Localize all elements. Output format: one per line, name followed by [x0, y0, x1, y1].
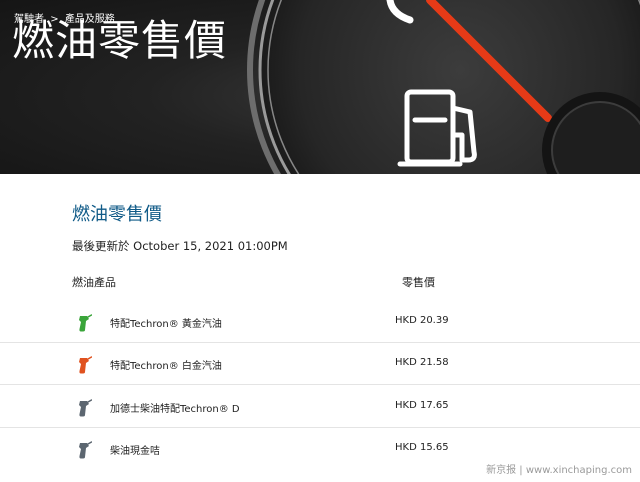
gray-fuel-nozzle-icon: [79, 441, 92, 459]
row-divider: [0, 384, 640, 385]
table-row: 特配Techron® 白金汽油 HKD 21.58: [0, 343, 640, 385]
hero-banner: 駕駛者 > 產品及服務 燃油零售價: [0, 0, 640, 174]
fuel-price: HKD 20.39: [395, 315, 449, 326]
fuel-product-name: 特配Techron® 黃金汽油: [110, 319, 222, 330]
fuel-product-name: 特配Techron® 白金汽油: [110, 361, 222, 372]
fuel-product-name: 柴油現金咭: [110, 446, 160, 457]
fuel-product-name: 加德士柴油特配Techron® D: [110, 404, 240, 415]
table-row: 加德士柴油特配Techron® D HKD 17.65: [0, 386, 640, 428]
column-header-product: 燃油產品: [72, 276, 116, 289]
gray-fuel-nozzle-icon: [79, 399, 92, 417]
green-fuel-nozzle-icon: [79, 314, 92, 332]
fuel-price: HKD 15.65: [395, 442, 449, 453]
section-title: 燃油零售價: [72, 204, 162, 225]
fuel-price: HKD 17.65: [395, 400, 449, 411]
column-header-price: 零售價: [402, 276, 435, 289]
fuel-price: HKD 21.58: [395, 357, 449, 368]
orange-fuel-nozzle-icon: [79, 356, 92, 374]
watermark: 新京报 | www.xinchaping.com: [486, 465, 632, 476]
last-updated-text: 最後更新於 October 15, 2021 01:00PM: [72, 239, 288, 253]
hero-title: 燃油零售價: [12, 16, 228, 65]
table-row: 特配Techron® 黃金汽油 HKD 20.39: [0, 301, 640, 343]
